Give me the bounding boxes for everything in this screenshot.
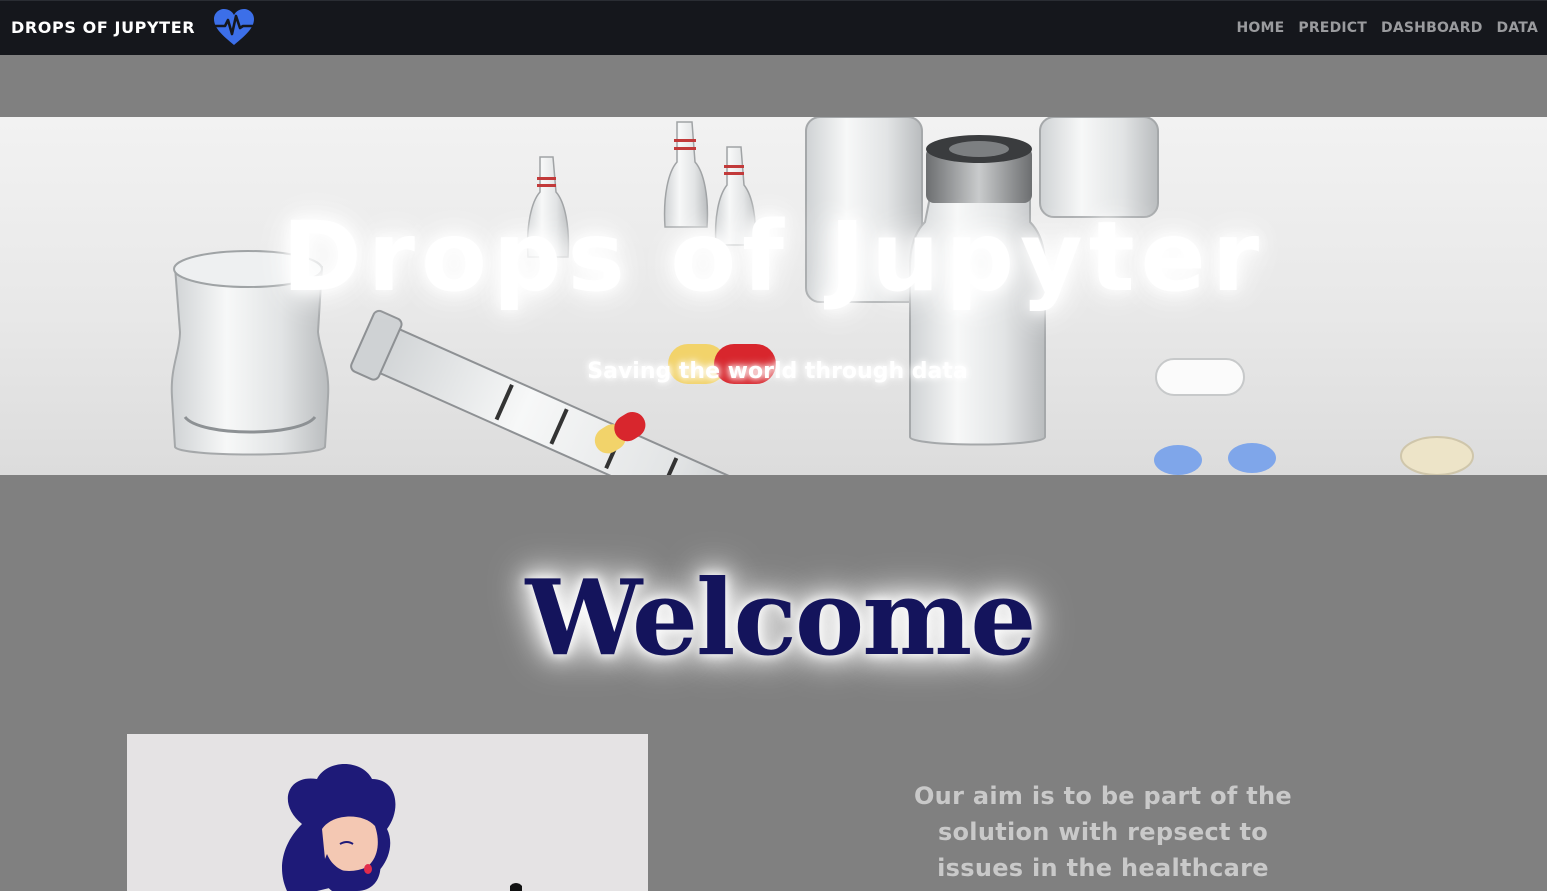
nav-dashboard-link[interactable]: DASHBOARD (1381, 20, 1483, 36)
nav-home-link[interactable]: HOME (1236, 20, 1284, 36)
blue-pill-1 (1154, 445, 1202, 475)
syringe (350, 309, 805, 475)
bearded-person-illustration (282, 764, 522, 891)
hero-title: Drops of Jupyter (281, 201, 1266, 313)
nav-predict-link[interactable]: PREDICT (1298, 20, 1367, 36)
blue-pill-2 (1228, 443, 1276, 473)
brand-link[interactable]: DROPS OF JUPYTER (11, 18, 195, 37)
welcome-heading: Welcome (525, 556, 1037, 679)
illustration-card (127, 734, 648, 891)
beige-pill (1400, 436, 1474, 475)
hero-subtitle: Saving the world through data (587, 359, 968, 384)
heartbeat-icon[interactable] (212, 7, 256, 47)
nav-data-link[interactable]: DATA (1497, 20, 1538, 36)
nav-links: HOME PREDICT DASHBOARD DATA (1236, 20, 1538, 36)
aim-text: Our aim is to be part of the solution wi… (913, 782, 1293, 882)
hero-banner: Drops of Jupyter Saving the world throug… (0, 117, 1547, 475)
top-navbar: DROPS OF JUPYTER HOME PREDICT DASHBOARD … (0, 0, 1547, 55)
